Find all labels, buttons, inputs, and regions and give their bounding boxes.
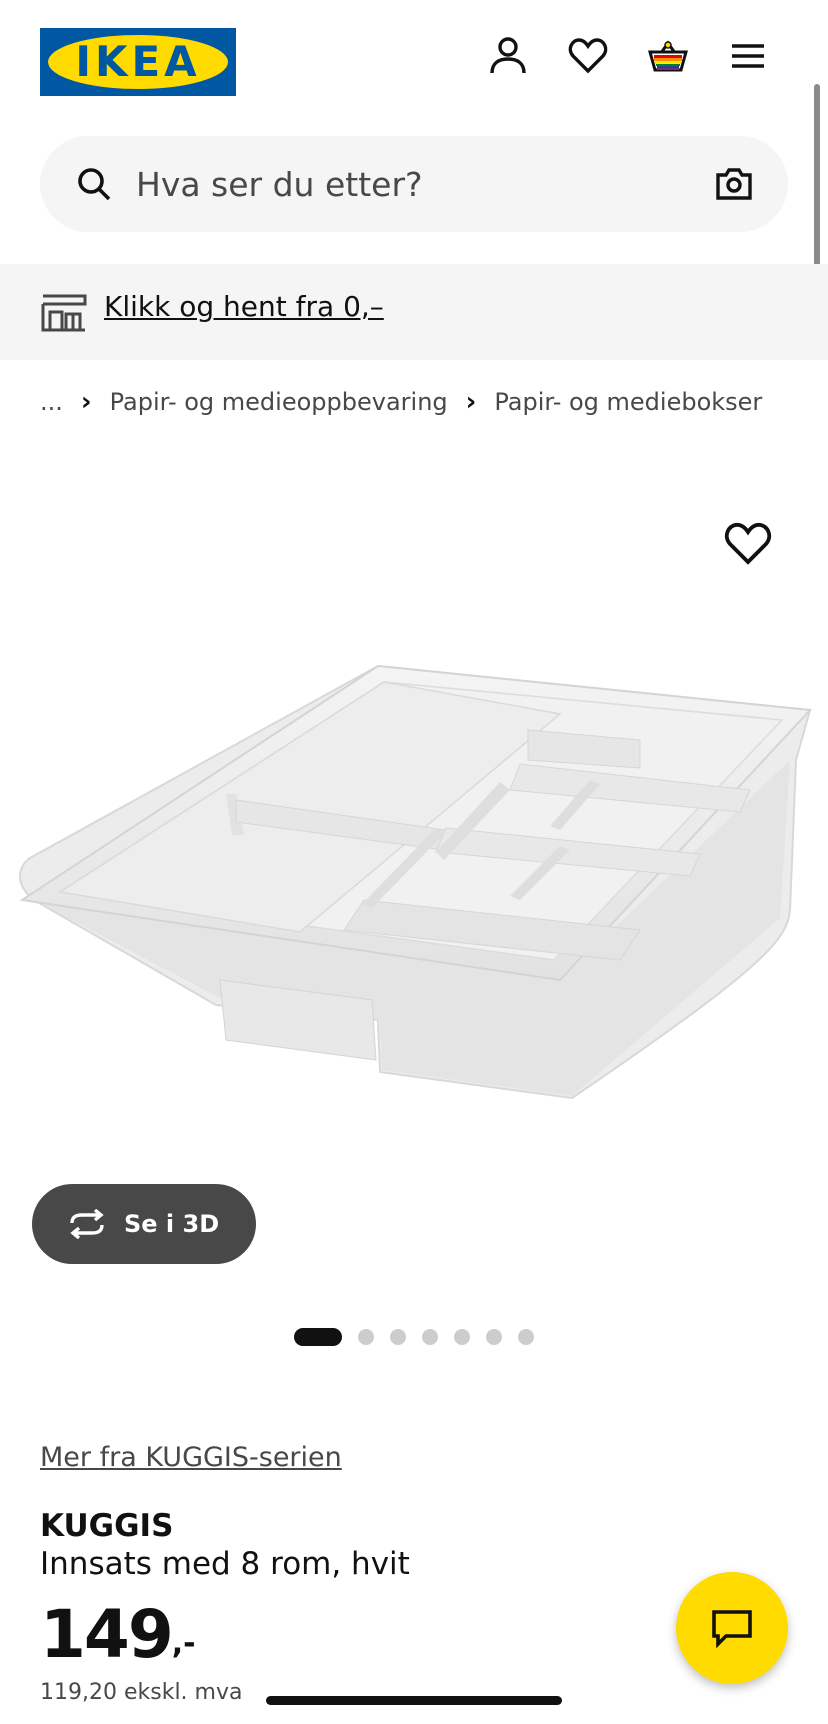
price-suffix: ,- bbox=[171, 1626, 196, 1661]
add-to-favourites-button[interactable] bbox=[724, 522, 772, 570]
chat-button[interactable] bbox=[676, 1572, 788, 1684]
price-excl-vat: 119,20 ekskl. mva bbox=[40, 1680, 243, 1705]
chevron-right-icon: › bbox=[80, 387, 92, 417]
click-collect-banner: Klikk og hent fra 0,– bbox=[0, 264, 828, 360]
series-link[interactable]: Mer fra KUGGIS-serien bbox=[40, 1442, 342, 1473]
view-in-3d-button[interactable]: Se i 3D bbox=[32, 1184, 256, 1264]
click-collect-link[interactable]: Klikk og hent fra 0,– bbox=[104, 290, 384, 323]
hamburger-menu-icon[interactable] bbox=[726, 34, 770, 78]
breadcrumb-item-paper-media-storage[interactable]: Papir- og medieoppbevaring bbox=[110, 388, 448, 416]
product-price: 149 ,- bbox=[40, 1598, 196, 1672]
registered-mark-icon: ® bbox=[219, 36, 226, 46]
carousel-dot[interactable] bbox=[422, 1329, 438, 1345]
carousel-dot[interactable] bbox=[454, 1329, 470, 1345]
carousel-dot[interactable] bbox=[518, 1329, 534, 1345]
carousel-dot-active[interactable] bbox=[294, 1328, 342, 1346]
site-header: IKEA ® bbox=[0, 0, 828, 120]
shopping-bag-icon[interactable] bbox=[646, 34, 690, 78]
user-icon[interactable] bbox=[486, 34, 530, 78]
camera-search-icon[interactable] bbox=[714, 164, 754, 204]
image-carousel-indicator bbox=[294, 1328, 550, 1346]
chat-bubble-icon bbox=[712, 1610, 752, 1648]
carousel-dot[interactable] bbox=[358, 1329, 374, 1345]
product-image[interactable] bbox=[0, 460, 828, 1220]
home-indicator[interactable] bbox=[266, 1696, 562, 1705]
breadcrumb-item-paper-media-boxes[interactable]: Papir- og mediebokser bbox=[494, 388, 762, 416]
page-scrollbar[interactable] bbox=[814, 84, 820, 268]
product-description: Innsats med 8 rom, hvit bbox=[40, 1546, 410, 1582]
heart-icon bbox=[724, 522, 772, 565]
rotate-3d-icon bbox=[70, 1209, 104, 1239]
ikea-logo[interactable]: IKEA ® bbox=[40, 28, 236, 96]
breadcrumb: ... › Papir- og medieoppbevaring › Papir… bbox=[40, 384, 762, 420]
carousel-dot[interactable] bbox=[390, 1329, 406, 1345]
search-input[interactable] bbox=[136, 136, 696, 232]
heart-icon[interactable] bbox=[566, 34, 610, 78]
price-integer: 149 bbox=[40, 1596, 174, 1673]
search-icon[interactable] bbox=[76, 166, 112, 202]
logo-text: IKEA bbox=[75, 37, 201, 86]
chevron-right-icon: › bbox=[465, 387, 477, 417]
carousel-dot[interactable] bbox=[486, 1329, 502, 1345]
breadcrumb-item-ellipsis[interactable]: ... bbox=[40, 388, 63, 416]
product-name: KUGGIS bbox=[40, 1508, 174, 1544]
store-icon bbox=[41, 294, 87, 332]
search-bar[interactable] bbox=[40, 136, 788, 232]
view-in-3d-label: Se i 3D bbox=[124, 1210, 220, 1238]
